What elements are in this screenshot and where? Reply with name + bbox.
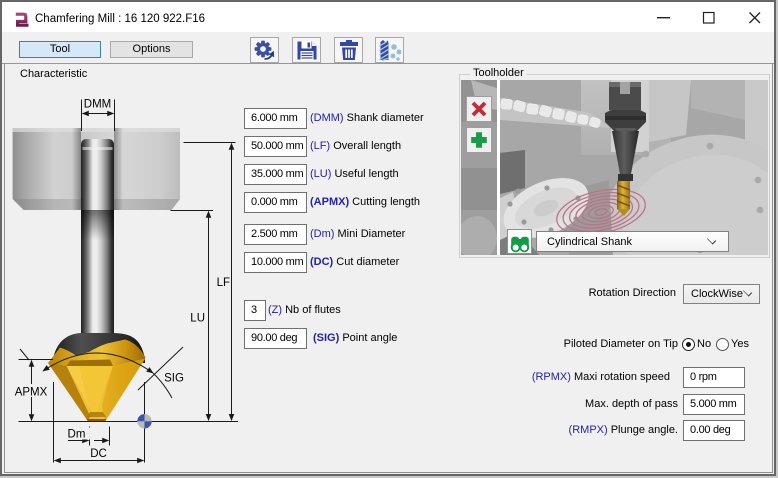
svg-text:LU: LU <box>190 313 205 325</box>
svg-text:SIG: SIG <box>164 373 184 385</box>
svg-text:Dm: Dm <box>68 429 86 441</box>
svg-text:DC: DC <box>90 448 107 460</box>
svg-text:DMM: DMM <box>84 99 111 111</box>
svg-text:APMX: APMX <box>15 387 48 399</box>
svg-text:LF: LF <box>217 277 230 289</box>
